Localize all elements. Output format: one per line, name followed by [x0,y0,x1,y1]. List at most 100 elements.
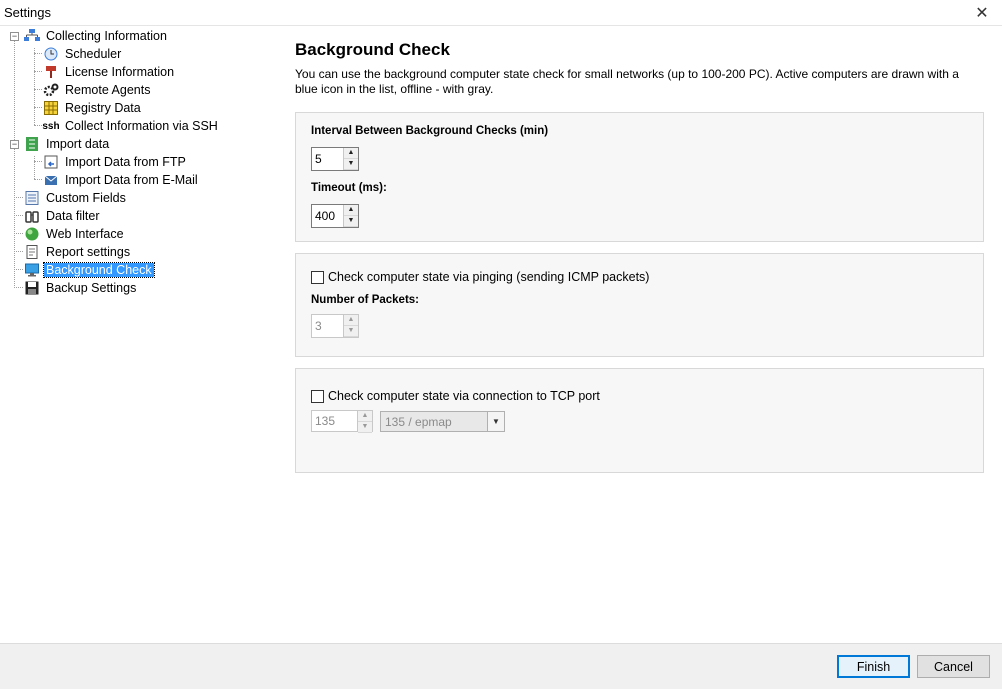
checkbox-box[interactable] [311,270,324,284]
spin-up-icon[interactable]: ▲ [344,148,358,159]
tree-item-label: Registry Data [65,101,141,115]
tree-item-label: Import data [46,137,110,151]
tcp-port-dropdown[interactable]: 135 / epmap ▼ [380,411,505,432]
tree-line [34,179,42,180]
tree-item-label: Backup Settings [46,281,137,295]
ping-checkbox-label: Check computer state via pinging (sendin… [328,270,650,284]
tree-line [34,53,42,54]
timeout-label: Timeout (ms): [311,182,387,194]
spin-down-icon[interactable]: ▼ [344,159,358,170]
tree-item-label: License Information [65,65,175,79]
collapse-icon[interactable]: − [10,140,19,149]
packets-label: Number of Packets: [311,294,420,306]
tree-item-label: Report settings [46,245,131,259]
cancel-button[interactable]: Cancel [917,655,990,678]
tcp-group: Check computer state via connection to T… [295,368,984,473]
spin-up-icon[interactable]: ▲ [344,205,358,216]
tree-line [14,287,23,288]
tree-item-report-settings[interactable]: Report settings [23,243,132,261]
tcp-port-stepper[interactable]: 135 ▲ ▼ [311,410,373,433]
tree-item-label: Import Data from E-Mail [65,173,198,187]
title-bar: Settings ✕ [0,0,1002,26]
ftp-import-icon [42,154,60,170]
checkbox-box[interactable] [311,389,324,403]
tree-item-registry-data[interactable]: Registry Data [42,99,143,117]
custom-fields-icon [23,190,41,206]
tree-item-import-data[interactable]: Import data [23,135,111,153]
gears-icon [42,82,60,98]
tree-line [14,233,23,234]
tree-item-label: Custom Fields [46,191,126,205]
tree-item-label: Remote Agents [65,83,151,97]
floppy-disk-icon [23,280,41,296]
tree-item-web-interface[interactable]: Web Interface [23,225,126,243]
window-title: Settings [4,5,51,20]
monitor-icon [23,262,41,278]
page-description: You can use the background computer stat… [295,67,959,96]
tree-line [34,89,42,90]
tree-item-label: Data filter [46,209,100,223]
tcp-checkbox[interactable]: Check computer state via connection to T… [311,389,600,403]
spin-up-icon[interactable]: ▲ [358,411,372,422]
ssh-icon: ssh [42,120,60,132]
tree-item-import-email[interactable]: Import Data from E-Mail [42,171,200,189]
network-icon [23,28,41,44]
tree-item-scheduler[interactable]: Scheduler [42,45,123,63]
tree-line [14,269,23,270]
settings-tree: − − Collecting Information Scheduler Lic… [0,26,282,643]
tree-line [34,156,35,179]
tree-item-collect-via-ssh[interactable]: ssh Collect Information via SSH [42,117,220,135]
binoculars-icon [23,208,41,224]
tree-item-label: Scheduler [65,47,122,61]
tree-item-label: Collect Information via SSH [65,119,218,133]
ping-group: Check computer state via pinging (sendin… [295,253,984,357]
email-import-icon [42,172,60,188]
tree-item-label: Web Interface [46,227,124,241]
spin-down-icon[interactable]: ▼ [344,216,358,227]
interval-label: Interval Between Background Checks (min) [311,125,549,137]
timeout-value: 400 [315,209,336,223]
registry-grid-icon [42,100,60,116]
spin-up-icon[interactable]: ▲ [344,315,358,326]
tree-line [34,48,35,125]
tree-item-collecting-information[interactable]: Collecting Information [23,27,169,45]
tree-item-custom-fields[interactable]: Custom Fields [23,189,128,207]
tree-line [34,107,42,108]
tree-item-backup-settings[interactable]: Backup Settings [23,279,138,297]
interval-group: Interval Between Background Checks (min)… [295,112,984,242]
tree-item-import-ftp[interactable]: Import Data from FTP [42,153,188,171]
ping-checkbox[interactable]: Check computer state via pinging (sendin… [311,270,649,284]
interval-stepper[interactable]: 5 ▲ ▼ [311,147,359,171]
tcp-port-selected: 135 / epmap [385,414,452,429]
globe-icon [23,226,41,242]
tree-item-background-check[interactable]: Background Check [23,261,155,279]
tree-line [14,215,23,216]
collapse-icon[interactable]: − [10,32,19,41]
tcp-port-value: 135 [315,414,336,428]
tree-item-remote-agents[interactable]: Remote Agents [42,81,152,99]
tree-line [34,161,42,162]
tree-line [34,125,42,126]
report-icon [23,244,41,260]
tree-line [14,197,23,198]
license-icon [42,64,60,80]
clock-icon [42,46,60,62]
tree-item-label: Import Data from FTP [65,155,186,169]
tree-item-label: Background Check [43,262,155,278]
timeout-stepper[interactable]: 400 ▲ ▼ [311,204,359,228]
tree-line [14,251,23,252]
chevron-down-icon[interactable]: ▼ [487,412,504,431]
content-panel: Background Check You can use the backgro… [282,26,1002,643]
close-icon[interactable]: ✕ [962,0,1002,26]
spin-down-icon[interactable]: ▼ [358,422,372,433]
spin-down-icon[interactable]: ▼ [344,326,358,337]
tree-item-label: Collecting Information [46,29,167,43]
packets-stepper[interactable]: 3 ▲ ▼ [311,314,359,338]
finish-button[interactable]: Finish [837,655,910,678]
tree-line [34,71,42,72]
packets-value: 3 [315,319,322,333]
page-title: Background Check [295,40,450,59]
tree-item-data-filter[interactable]: Data filter [23,207,102,225]
footer-bar: Finish Cancel [0,643,1002,689]
tree-item-license-information[interactable]: License Information [42,63,176,81]
